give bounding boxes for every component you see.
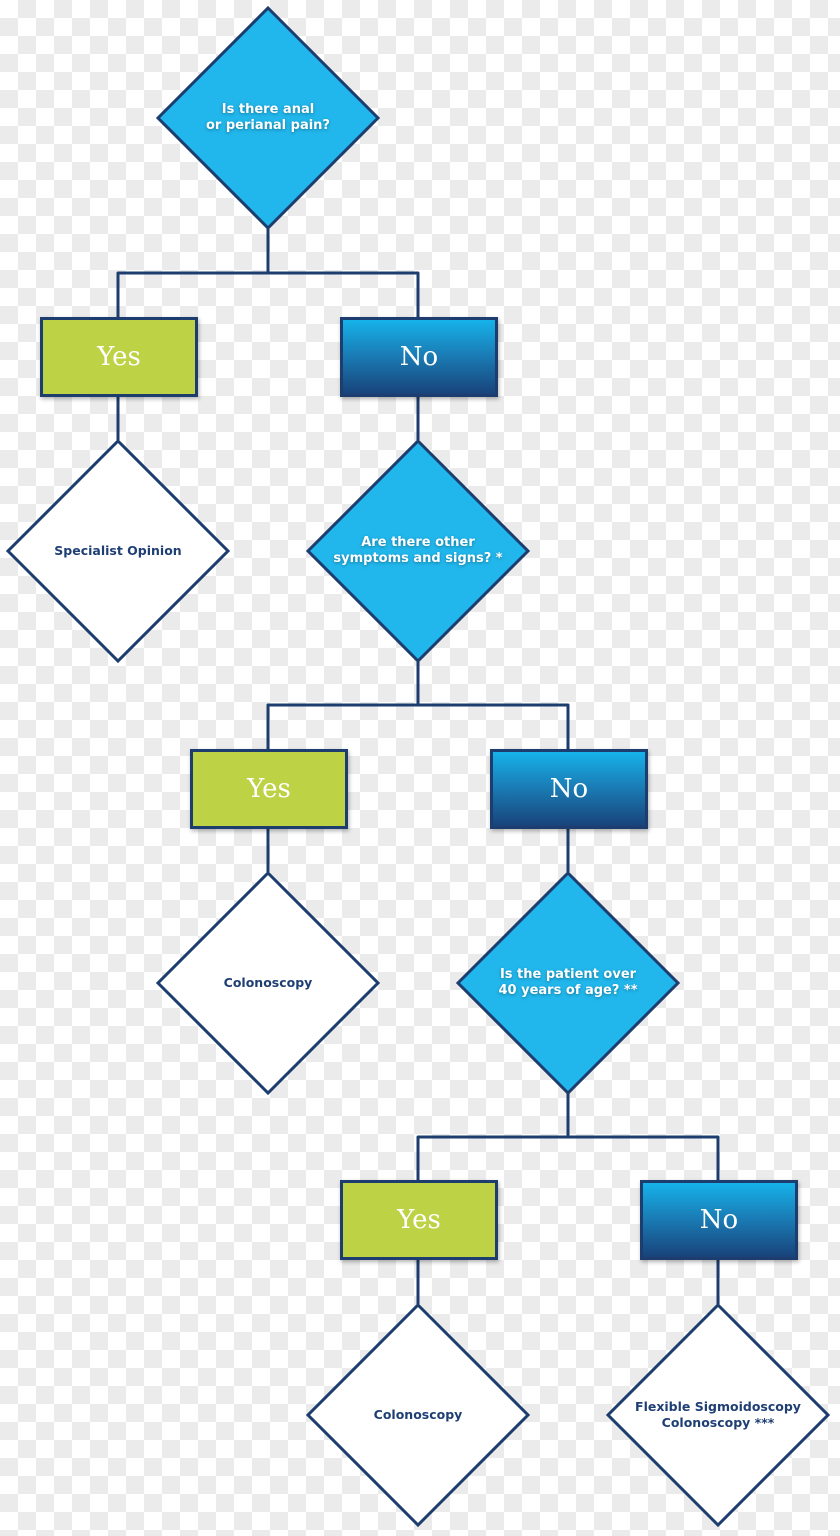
connector-q2 [266,662,570,750]
yes-box-anal-pain: Yes [40,317,198,397]
decision-other-symptoms: Are there other symptoms and signs? * [305,438,531,664]
result-text: Colonoscopy [373,1407,463,1422]
decision-patient-age: Is the patient over 40 years of age? ** [455,870,681,1096]
connector-q1 [116,228,420,318]
decision-text: Is there anal or perianal pain? [206,102,330,133]
yes-box-other-symptoms: Yes [190,749,348,829]
result-text: Specialist Opinion [54,543,182,558]
result-flexible-sigmoidoscopy: Flexible Sigmoidoscopy Colonoscopy *** [605,1302,831,1528]
no-box-other-symptoms: No [490,749,648,829]
no-box-anal-pain: No [340,317,498,397]
connector-q3 [416,1092,720,1181]
decision-text: Is the patient over 40 years of age? ** [498,967,638,998]
result-text: Colonoscopy [223,975,313,990]
no-box-patient-age: No [640,1180,798,1260]
result-specialist-opinion: Specialist Opinion [5,438,231,664]
yes-box-patient-age: Yes [340,1180,498,1260]
result-text: Flexible Sigmoidoscopy Colonoscopy *** [635,1399,801,1430]
decision-text: Are there other symptoms and signs? * [333,535,503,566]
result-colonoscopy: Colonoscopy [155,870,381,1096]
result-colonoscopy-over-40: Colonoscopy [305,1302,531,1528]
decision-anal-pain: Is there anal or perianal pain? [155,5,381,231]
